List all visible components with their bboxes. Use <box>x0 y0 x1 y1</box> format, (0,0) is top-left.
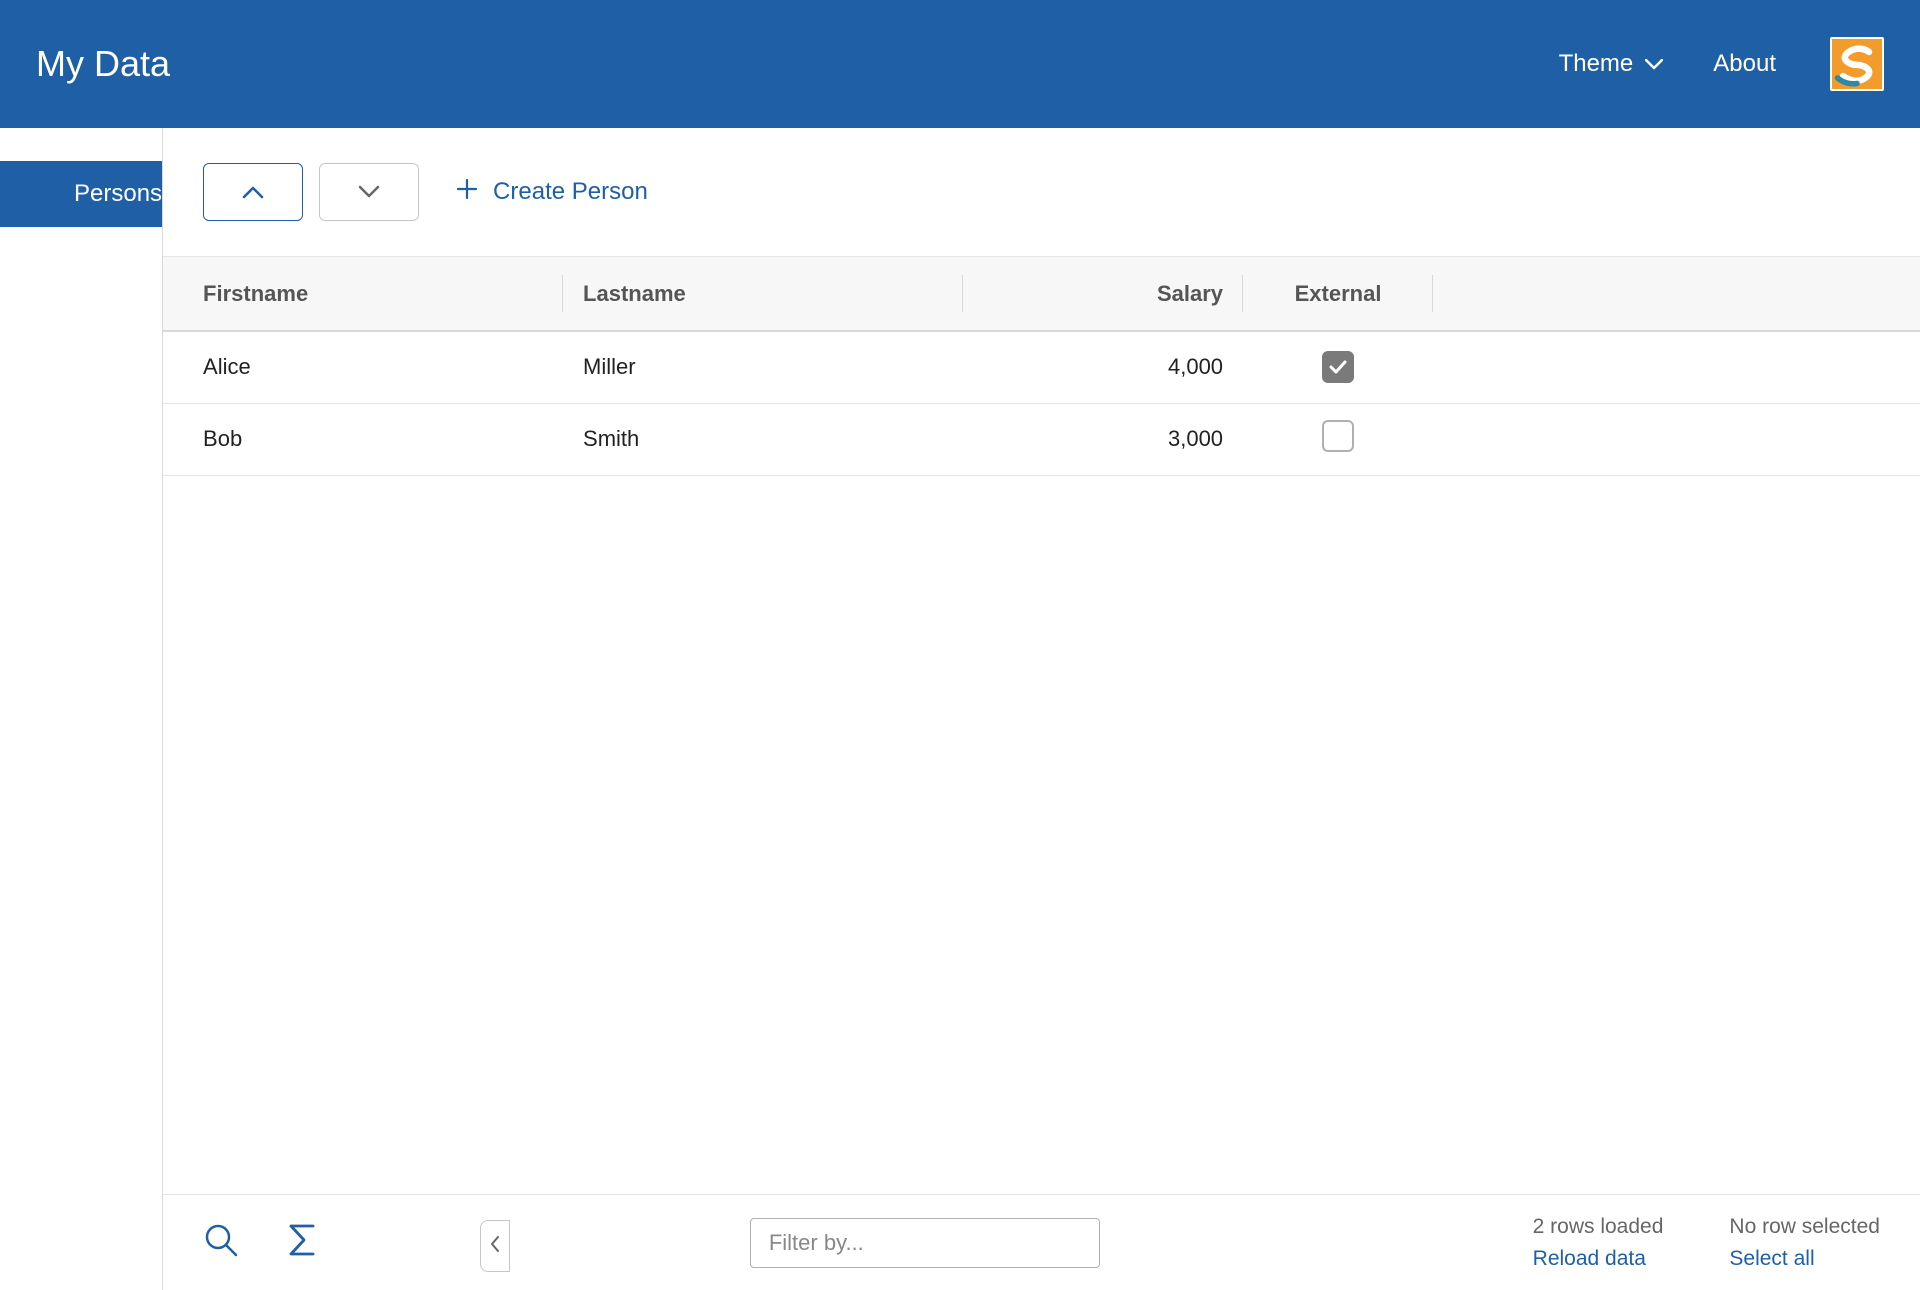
column-header-lastname[interactable]: Lastname <box>563 257 963 331</box>
table-header-row: Firstname Lastname Salary External <box>163 257 1920 331</box>
persons-table: Firstname Lastname Salary External Alice… <box>163 257 1920 476</box>
app-logo[interactable] <box>1830 37 1884 91</box>
move-up-button[interactable] <box>203 163 303 221</box>
search-icon <box>203 1222 239 1264</box>
chevron-down-icon <box>1645 50 1663 78</box>
plus-icon <box>457 178 477 206</box>
column-header-firstname[interactable]: Firstname <box>163 257 563 331</box>
create-person-button[interactable]: Create Person <box>457 178 648 206</box>
sidebar: Persons <box>0 128 163 1290</box>
theme-label: Theme <box>1559 50 1634 78</box>
search-button[interactable] <box>203 1222 239 1264</box>
chevron-down-icon <box>358 185 380 199</box>
sigma-icon <box>287 1223 317 1263</box>
cell-spacer <box>1433 403 1920 475</box>
external-checkbox[interactable] <box>1322 420 1354 452</box>
about-link[interactable]: About <box>1713 50 1776 78</box>
cell-lastname: Smith <box>563 403 963 475</box>
table-row[interactable]: BobSmith3,000 <box>163 403 1920 475</box>
main-panel: Create Person Firstname Lastname Salary … <box>163 128 1920 1290</box>
cell-salary: 3,000 <box>963 403 1243 475</box>
cell-external <box>1243 403 1433 475</box>
data-table-wrap: Firstname Lastname Salary External Alice… <box>163 256 1920 1194</box>
cell-firstname: Bob <box>163 403 563 475</box>
cell-firstname: Alice <box>163 331 563 403</box>
sidebar-item-label: Persons <box>74 180 162 208</box>
chevron-up-icon <box>242 185 264 199</box>
cell-lastname: Miller <box>563 331 963 403</box>
app-title: My Data <box>36 43 170 85</box>
table-row[interactable]: AliceMiller4,000 <box>163 331 1920 403</box>
app-header: My Data Theme About <box>0 0 1920 128</box>
filter-input[interactable] <box>750 1218 1100 1268</box>
move-down-button[interactable] <box>319 163 419 221</box>
column-header-salary[interactable]: Salary <box>963 257 1243 331</box>
cell-salary: 4,000 <box>963 331 1243 403</box>
cell-external <box>1243 331 1433 403</box>
theme-menu[interactable]: Theme <box>1559 50 1664 78</box>
rows-loaded-label: 2 rows loaded <box>1533 1215 1664 1239</box>
header-menu: Theme About <box>1559 50 1776 78</box>
aggregate-button[interactable] <box>287 1223 317 1263</box>
selection-label: No row selected <box>1729 1215 1880 1239</box>
column-header-spacer <box>1433 257 1920 331</box>
cell-spacer <box>1433 331 1920 403</box>
create-person-label: Create Person <box>493 178 648 206</box>
sidebar-item-persons[interactable]: Persons <box>0 161 162 227</box>
footer-status: 2 rows loaded Reload data No row selecte… <box>1533 1215 1880 1271</box>
column-header-external[interactable]: External <box>1243 257 1433 331</box>
select-all-link[interactable]: Select all <box>1729 1247 1880 1271</box>
table-footer: 2 rows loaded Reload data No row selecte… <box>163 1194 1920 1290</box>
external-checkbox[interactable] <box>1322 351 1354 383</box>
toolbar: Create Person <box>163 128 1920 256</box>
reload-data-link[interactable]: Reload data <box>1533 1247 1664 1271</box>
